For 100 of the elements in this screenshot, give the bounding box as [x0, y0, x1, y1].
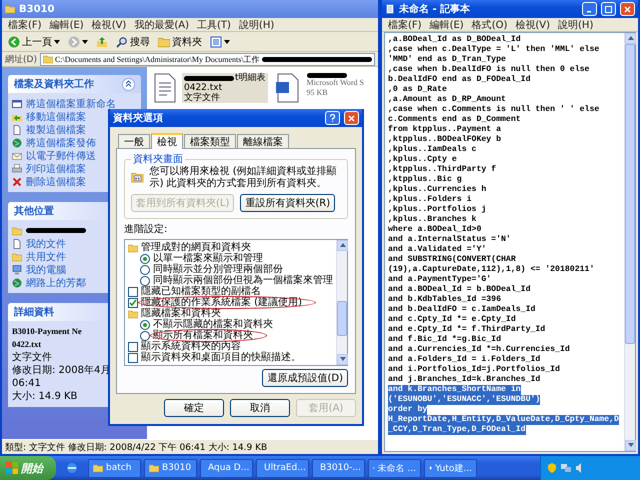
code-line: 'MMD' end as D_Tran_Type [388, 55, 506, 65]
code-line: b.DealIdFO end as D_FODeal_Id [388, 75, 530, 85]
task-link[interactable]: 列印這個檔案 [12, 163, 86, 174]
option-label: 管理成對的網頁和資料夾 [141, 242, 251, 253]
dialog-button[interactable]: 確定 [164, 399, 224, 417]
task-link[interactable]: 以電子郵件傳送 [12, 150, 96, 161]
code-line: and f.Bic_Id *=g.Bic_Id [388, 335, 502, 345]
dialog-button[interactable]: 取消 [230, 399, 290, 417]
code-line: and a.Currencies_Id *=h.Currencies_Id [388, 345, 570, 355]
menu-item[interactable]: 我的最愛(A) [134, 18, 189, 32]
menu-item[interactable]: 編輯(E) [50, 18, 84, 32]
task-link[interactable]: 刪除這個檔案 [12, 176, 86, 187]
taskbar-button[interactable]: Yuto建... [424, 458, 477, 478]
task-link[interactable]: 將這個檔案發佈 [12, 137, 96, 148]
checkbox[interactable] [128, 352, 138, 362]
menu-item[interactable]: 格式(O) [472, 18, 508, 32]
scroll-up-button[interactable] [625, 33, 636, 44]
checkbox[interactable] [128, 286, 138, 296]
collapse-button[interactable] [122, 78, 135, 90]
folders-button[interactable]: 資料夾 [156, 32, 204, 50]
list-view-icon [210, 36, 222, 48]
menu-item[interactable]: 說明(H) [558, 18, 594, 32]
file-label[interactable]: Microsoft Word S 95 KB [304, 73, 366, 98]
up-arrow-icon [340, 242, 346, 246]
place-link[interactable]: 網路上的芳鄰 [12, 277, 86, 288]
checkbox[interactable] [128, 342, 138, 352]
scroll-up-button[interactable] [337, 240, 348, 251]
menu-item[interactable]: 檢視(V) [515, 18, 550, 32]
text-file-icon[interactable] [153, 73, 177, 103]
radio-button[interactable] [140, 264, 150, 274]
caret-icon [82, 40, 88, 44]
option-label: 顯示所有檔案和資料夾 [153, 330, 253, 341]
menu-item[interactable]: 編輯(E) [430, 18, 464, 32]
close-button[interactable] [344, 111, 359, 125]
menu-item[interactable]: 檔案(F) [8, 18, 42, 32]
radio-button[interactable] [140, 276, 150, 286]
place-link[interactable]: 共用文件 [12, 251, 66, 262]
checkbox[interactable] [128, 298, 138, 308]
word-document-icon[interactable] [276, 73, 300, 103]
envelope-icon [12, 150, 22, 160]
radio-button[interactable] [140, 320, 150, 330]
back-button[interactable]: 上一頁 [6, 32, 62, 50]
redaction-mark [26, 228, 86, 233]
menu-item[interactable]: 檢視(V) [92, 18, 126, 32]
folder-icon [149, 463, 159, 473]
close-icon [348, 114, 355, 122]
code-line: ,a.BODeal_Id as D_BODeal_Id [388, 35, 521, 45]
scrollbar[interactable] [624, 33, 635, 451]
maximize-button[interactable] [601, 2, 616, 16]
code-line: ,kplus..Portfolios j [388, 205, 486, 215]
document-icon [12, 238, 22, 248]
scrollbar[interactable] [336, 240, 347, 365]
place-link[interactable]: 我的電腦 [12, 264, 66, 275]
task-link[interactable]: 將這個檔案重新命名 [12, 98, 116, 109]
dialog-button[interactable]: 重設所有資料夾(R) [240, 194, 336, 212]
scroll-down-button[interactable] [337, 354, 348, 365]
dialog-title: 資料夾選項 [113, 112, 164, 125]
taskbar-button[interactable]: Aqua D... [200, 458, 253, 478]
radio-button[interactable] [140, 330, 150, 340]
file-label[interactable]: t明細表 0422.txt 文字文件 [182, 73, 268, 103]
menu-item[interactable]: 檔案(F) [388, 18, 422, 32]
help-button[interactable] [325, 111, 340, 125]
globe-icon [12, 138, 22, 148]
menu-item[interactable]: 說明(H) [238, 18, 274, 32]
option-label: 不顯示隱藏的檔案和資料夾 [153, 319, 273, 330]
restore-defaults-button[interactable]: 還原成預設值(D) [262, 369, 348, 387]
close-button[interactable] [620, 2, 635, 16]
code-line: ,case when c.Comments is null then ' ' else [388, 105, 600, 115]
file-name: 0422.txt [12, 339, 42, 350]
task-link[interactable]: 移動這個檔案 [12, 111, 86, 122]
code-line: and i.Portfolios_Id=j.Portfolios_Id [388, 365, 560, 375]
scroll-down-button[interactable] [625, 440, 636, 451]
task-link[interactable]: 複製這個檔案 [12, 124, 86, 135]
code-line: ,kplus..Folders i [388, 195, 472, 205]
delete-icon [12, 176, 22, 186]
radio-button[interactable] [140, 254, 150, 264]
taskbar-button[interactable]: batch [88, 458, 141, 478]
folder-icon [12, 226, 22, 236]
address-field[interactable]: C:\Documents and Settings\Administrator\My Documents\工作 [40, 52, 375, 66]
minimize-button[interactable] [582, 2, 597, 16]
tab[interactable]: 檢視 [151, 133, 183, 149]
taskbar-button[interactable]: B3010-... [312, 458, 365, 478]
redaction-mark [184, 76, 234, 80]
network-icon[interactable] [561, 463, 571, 473]
code-line: where a.BODeal_Id>0 [388, 225, 482, 235]
folder-icon [128, 308, 138, 318]
code-line: and b.KdbTables_Id =396 [388, 295, 502, 305]
place-link[interactable]: 我的文件 [12, 238, 66, 249]
option-label: 隱藏已知檔案類型的副檔名 [141, 286, 261, 297]
close-icon [624, 6, 631, 12]
taskbar-button[interactable]: 未命名 ... [368, 458, 421, 478]
tab[interactable]: 檔案類型 [184, 134, 236, 148]
tab[interactable]: 一般 [118, 134, 150, 148]
taskbar-button[interactable]: B3010 [144, 458, 197, 478]
code-line: and a.Folders_Id = i.Folders_Id [388, 355, 540, 365]
tab[interactable]: 離線檔案 [237, 134, 289, 148]
taskbar-button[interactable]: UltraEd... [256, 458, 309, 478]
advanced-settings-label: 進階設定: [124, 222, 168, 236]
menu-item[interactable]: 工具(T) [197, 18, 231, 32]
search-button[interactable]: 搜尋 [114, 32, 152, 50]
